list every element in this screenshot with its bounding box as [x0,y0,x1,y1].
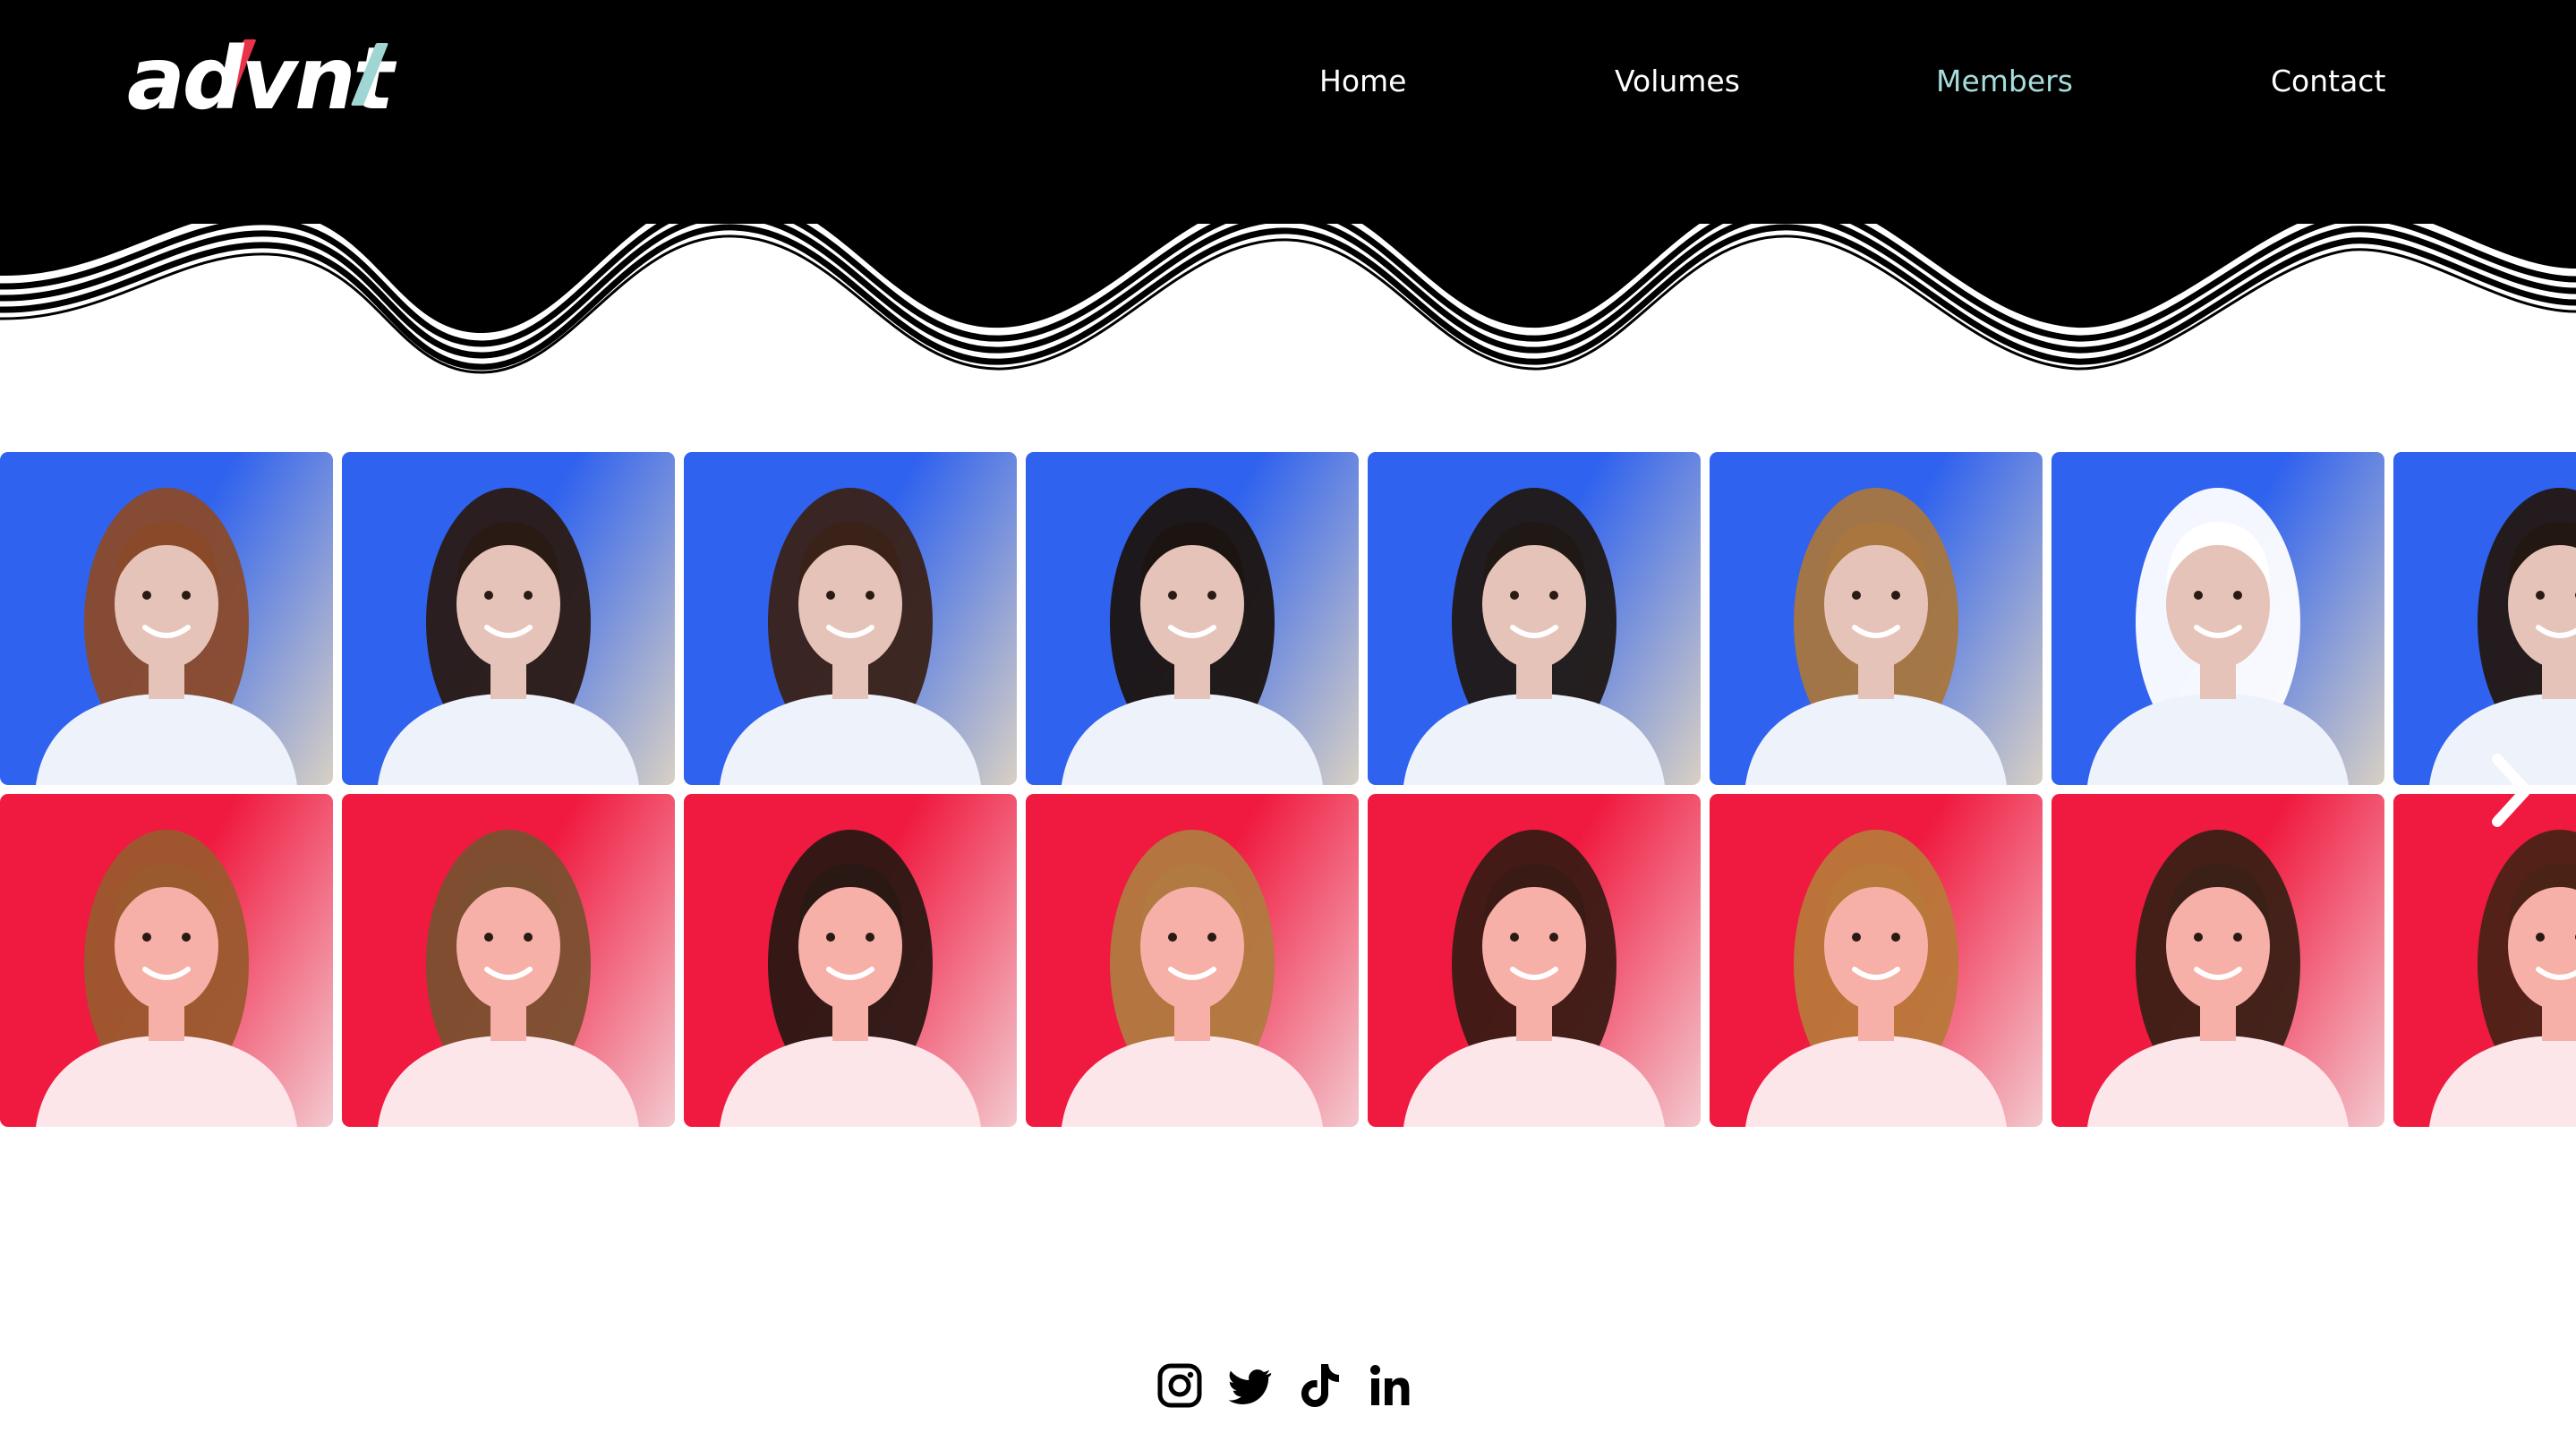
twitter-icon[interactable] [1226,1360,1273,1411]
instagram-icon[interactable] [1156,1360,1203,1411]
nav-home[interactable]: Home [1319,59,1406,104]
member-portrait [36,830,297,1127]
member-portrait [1062,488,1323,785]
member-photo[interactable] [2393,452,2576,785]
member-photo[interactable] [0,794,333,1127]
member-photo[interactable] [1368,452,1701,785]
member-photo[interactable] [342,794,675,1127]
social-links [0,1360,2576,1411]
chevron-right-icon[interactable] [2485,750,2538,831]
member-portrait [36,488,297,785]
member-portrait [2429,830,2576,1127]
member-photo[interactable] [1710,794,2043,1127]
member-photo[interactable] [2051,794,2384,1127]
member-portrait [1403,488,1665,785]
member-photo[interactable] [684,794,1017,1127]
members-page: advnt Home Volumes Members Contact [0,0,2576,1450]
member-portrait [2087,830,2349,1127]
member-photo[interactable] [684,452,1017,785]
tiktok-icon[interactable] [1296,1360,1343,1411]
member-photo[interactable] [1710,452,2043,785]
member-portrait [2429,488,2576,785]
members-gallery [0,452,2576,1129]
member-portrait [1403,830,1665,1127]
member-photo[interactable] [1368,794,1701,1127]
member-portrait [1062,830,1323,1127]
member-portrait [720,488,981,785]
linkedin-icon[interactable] [1367,1360,1413,1411]
member-portrait [1745,488,2007,785]
member-portrait [1745,830,2007,1127]
main-nav: Home Volumes Members Contact [0,59,2576,104]
member-photo[interactable] [2051,452,2384,785]
member-photo[interactable] [342,452,675,785]
member-photo[interactable] [2393,794,2576,1127]
member-portrait [378,830,639,1127]
member-photo[interactable] [0,452,333,785]
member-photo[interactable] [1026,794,1359,1127]
member-photo[interactable] [1026,452,1359,785]
nav-members[interactable]: Members [1936,59,2073,104]
nav-contact[interactable]: Contact [2271,59,2385,104]
member-portrait [720,830,981,1127]
member-portrait [378,488,639,785]
nav-volumes[interactable]: Volumes [1615,59,1740,104]
header-wave-decoration [0,161,2576,374]
member-portrait [2087,488,2349,785]
